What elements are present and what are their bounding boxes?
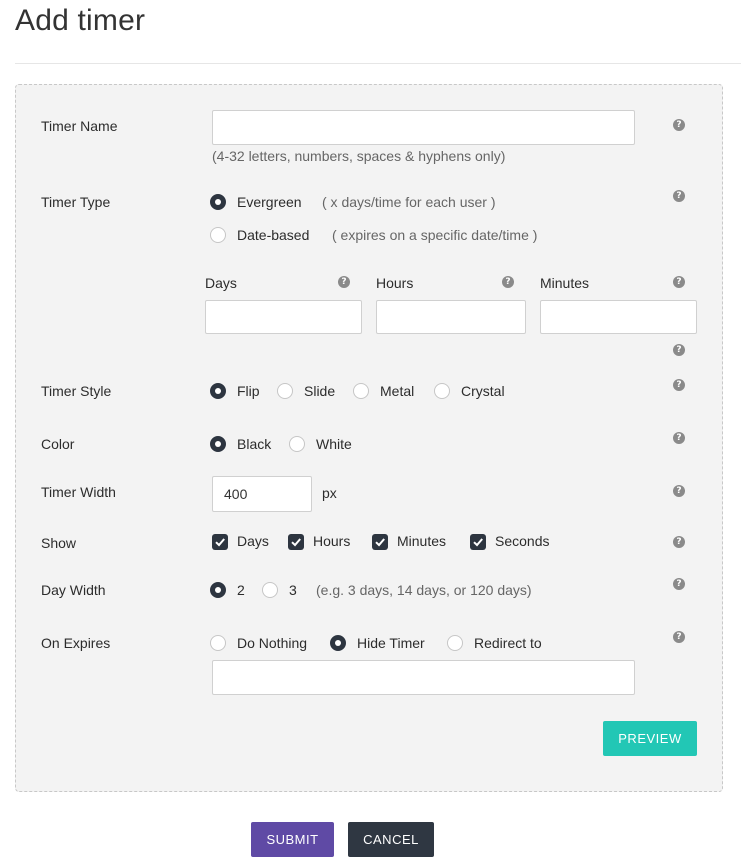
style-metal-label[interactable]: Metal: [380, 383, 414, 399]
show-minutes-label[interactable]: Minutes: [397, 533, 446, 549]
color-label: Color: [41, 436, 75, 452]
day-width-2-radio[interactable]: [210, 582, 226, 598]
style-flip-label[interactable]: Flip: [237, 383, 260, 399]
day-width-hint: (e.g. 3 days, 14 days, or 120 days): [316, 582, 532, 598]
show-hours-checkbox[interactable]: [288, 534, 304, 550]
expire-redirect-radio[interactable]: [447, 635, 463, 651]
cancel-button[interactable]: CANCEL: [348, 822, 434, 857]
day-width-3-label[interactable]: 3: [289, 582, 297, 598]
show-seconds-label[interactable]: Seconds: [495, 533, 549, 549]
timer-style-label: Timer Style: [41, 383, 112, 399]
style-crystal-label[interactable]: Crystal: [461, 383, 505, 399]
help-icon[interactable]: ?: [673, 536, 685, 548]
help-icon[interactable]: ?: [338, 276, 350, 288]
show-seconds-checkbox[interactable]: [470, 534, 486, 550]
preview-button[interactable]: PREVIEW: [603, 721, 697, 756]
timer-width-unit: px: [322, 485, 337, 501]
help-icon[interactable]: ?: [673, 344, 685, 356]
minutes-input[interactable]: [540, 300, 697, 334]
title-divider: [15, 63, 741, 64]
help-icon[interactable]: ?: [673, 578, 685, 590]
style-flip-radio[interactable]: [210, 383, 226, 399]
days-input[interactable]: [205, 300, 362, 334]
show-minutes-checkbox[interactable]: [372, 534, 388, 550]
show-days-checkbox[interactable]: [212, 534, 228, 550]
help-icon[interactable]: ?: [673, 190, 685, 202]
page-title: Add timer: [15, 4, 146, 37]
timer-type-date-radio[interactable]: [210, 227, 226, 243]
color-white-label[interactable]: White: [316, 436, 352, 452]
expire-do-nothing-label[interactable]: Do Nothing: [237, 635, 307, 651]
expire-redirect-label[interactable]: Redirect to: [474, 635, 542, 651]
style-slide-radio[interactable]: [277, 383, 293, 399]
show-label: Show: [41, 535, 77, 551]
timer-type-label: Timer Type: [41, 194, 111, 210]
color-black-label[interactable]: Black: [237, 436, 271, 452]
help-icon[interactable]: ?: [502, 276, 514, 288]
timer-name-hint: (4-32 letters, numbers, spaces & hyphens…: [212, 148, 506, 164]
minutes-label: Minutes: [540, 275, 590, 291]
day-width-2-label[interactable]: 2: [237, 582, 245, 598]
hours-input[interactable]: [376, 300, 526, 334]
expire-hide-timer-label[interactable]: Hide Timer: [357, 635, 425, 651]
day-width-label: Day Width: [41, 582, 106, 598]
help-icon[interactable]: ?: [673, 485, 685, 497]
expire-hide-timer-radio[interactable]: [330, 635, 346, 651]
timer-name-input[interactable]: [212, 110, 635, 145]
day-width-3-radio[interactable]: [262, 582, 278, 598]
color-black-radio[interactable]: [210, 436, 226, 452]
style-crystal-radio[interactable]: [434, 383, 450, 399]
help-icon[interactable]: ?: [673, 119, 685, 131]
submit-button[interactable]: SUBMIT: [251, 822, 334, 857]
timer-type-date-note: ( expires on a specific date/time ): [332, 227, 538, 243]
timer-width-label: Timer Width: [41, 484, 116, 500]
show-hours-label[interactable]: Hours: [313, 533, 350, 549]
timer-type-evergreen-radio[interactable]: [210, 194, 226, 210]
timer-type-evergreen-note: ( x days/time for each user ): [322, 194, 496, 210]
show-days-label[interactable]: Days: [237, 533, 269, 549]
timer-name-label: Timer Name: [41, 118, 118, 134]
timer-type-date-label[interactable]: Date-based: [237, 227, 309, 243]
help-icon[interactable]: ?: [673, 276, 685, 288]
help-icon[interactable]: ?: [673, 631, 685, 643]
style-slide-label[interactable]: Slide: [304, 383, 335, 399]
color-white-radio[interactable]: [289, 436, 305, 452]
style-metal-radio[interactable]: [353, 383, 369, 399]
days-label: Days: [205, 275, 237, 291]
timer-type-evergreen-label[interactable]: Evergreen: [237, 194, 302, 210]
redirect-url-input[interactable]: [212, 660, 635, 695]
expire-do-nothing-radio[interactable]: [210, 635, 226, 651]
help-icon[interactable]: ?: [673, 432, 685, 444]
hours-label: Hours: [376, 275, 414, 291]
help-icon[interactable]: ?: [673, 379, 685, 391]
on-expires-label: On Expires: [41, 635, 111, 651]
timer-width-input[interactable]: [212, 476, 312, 512]
